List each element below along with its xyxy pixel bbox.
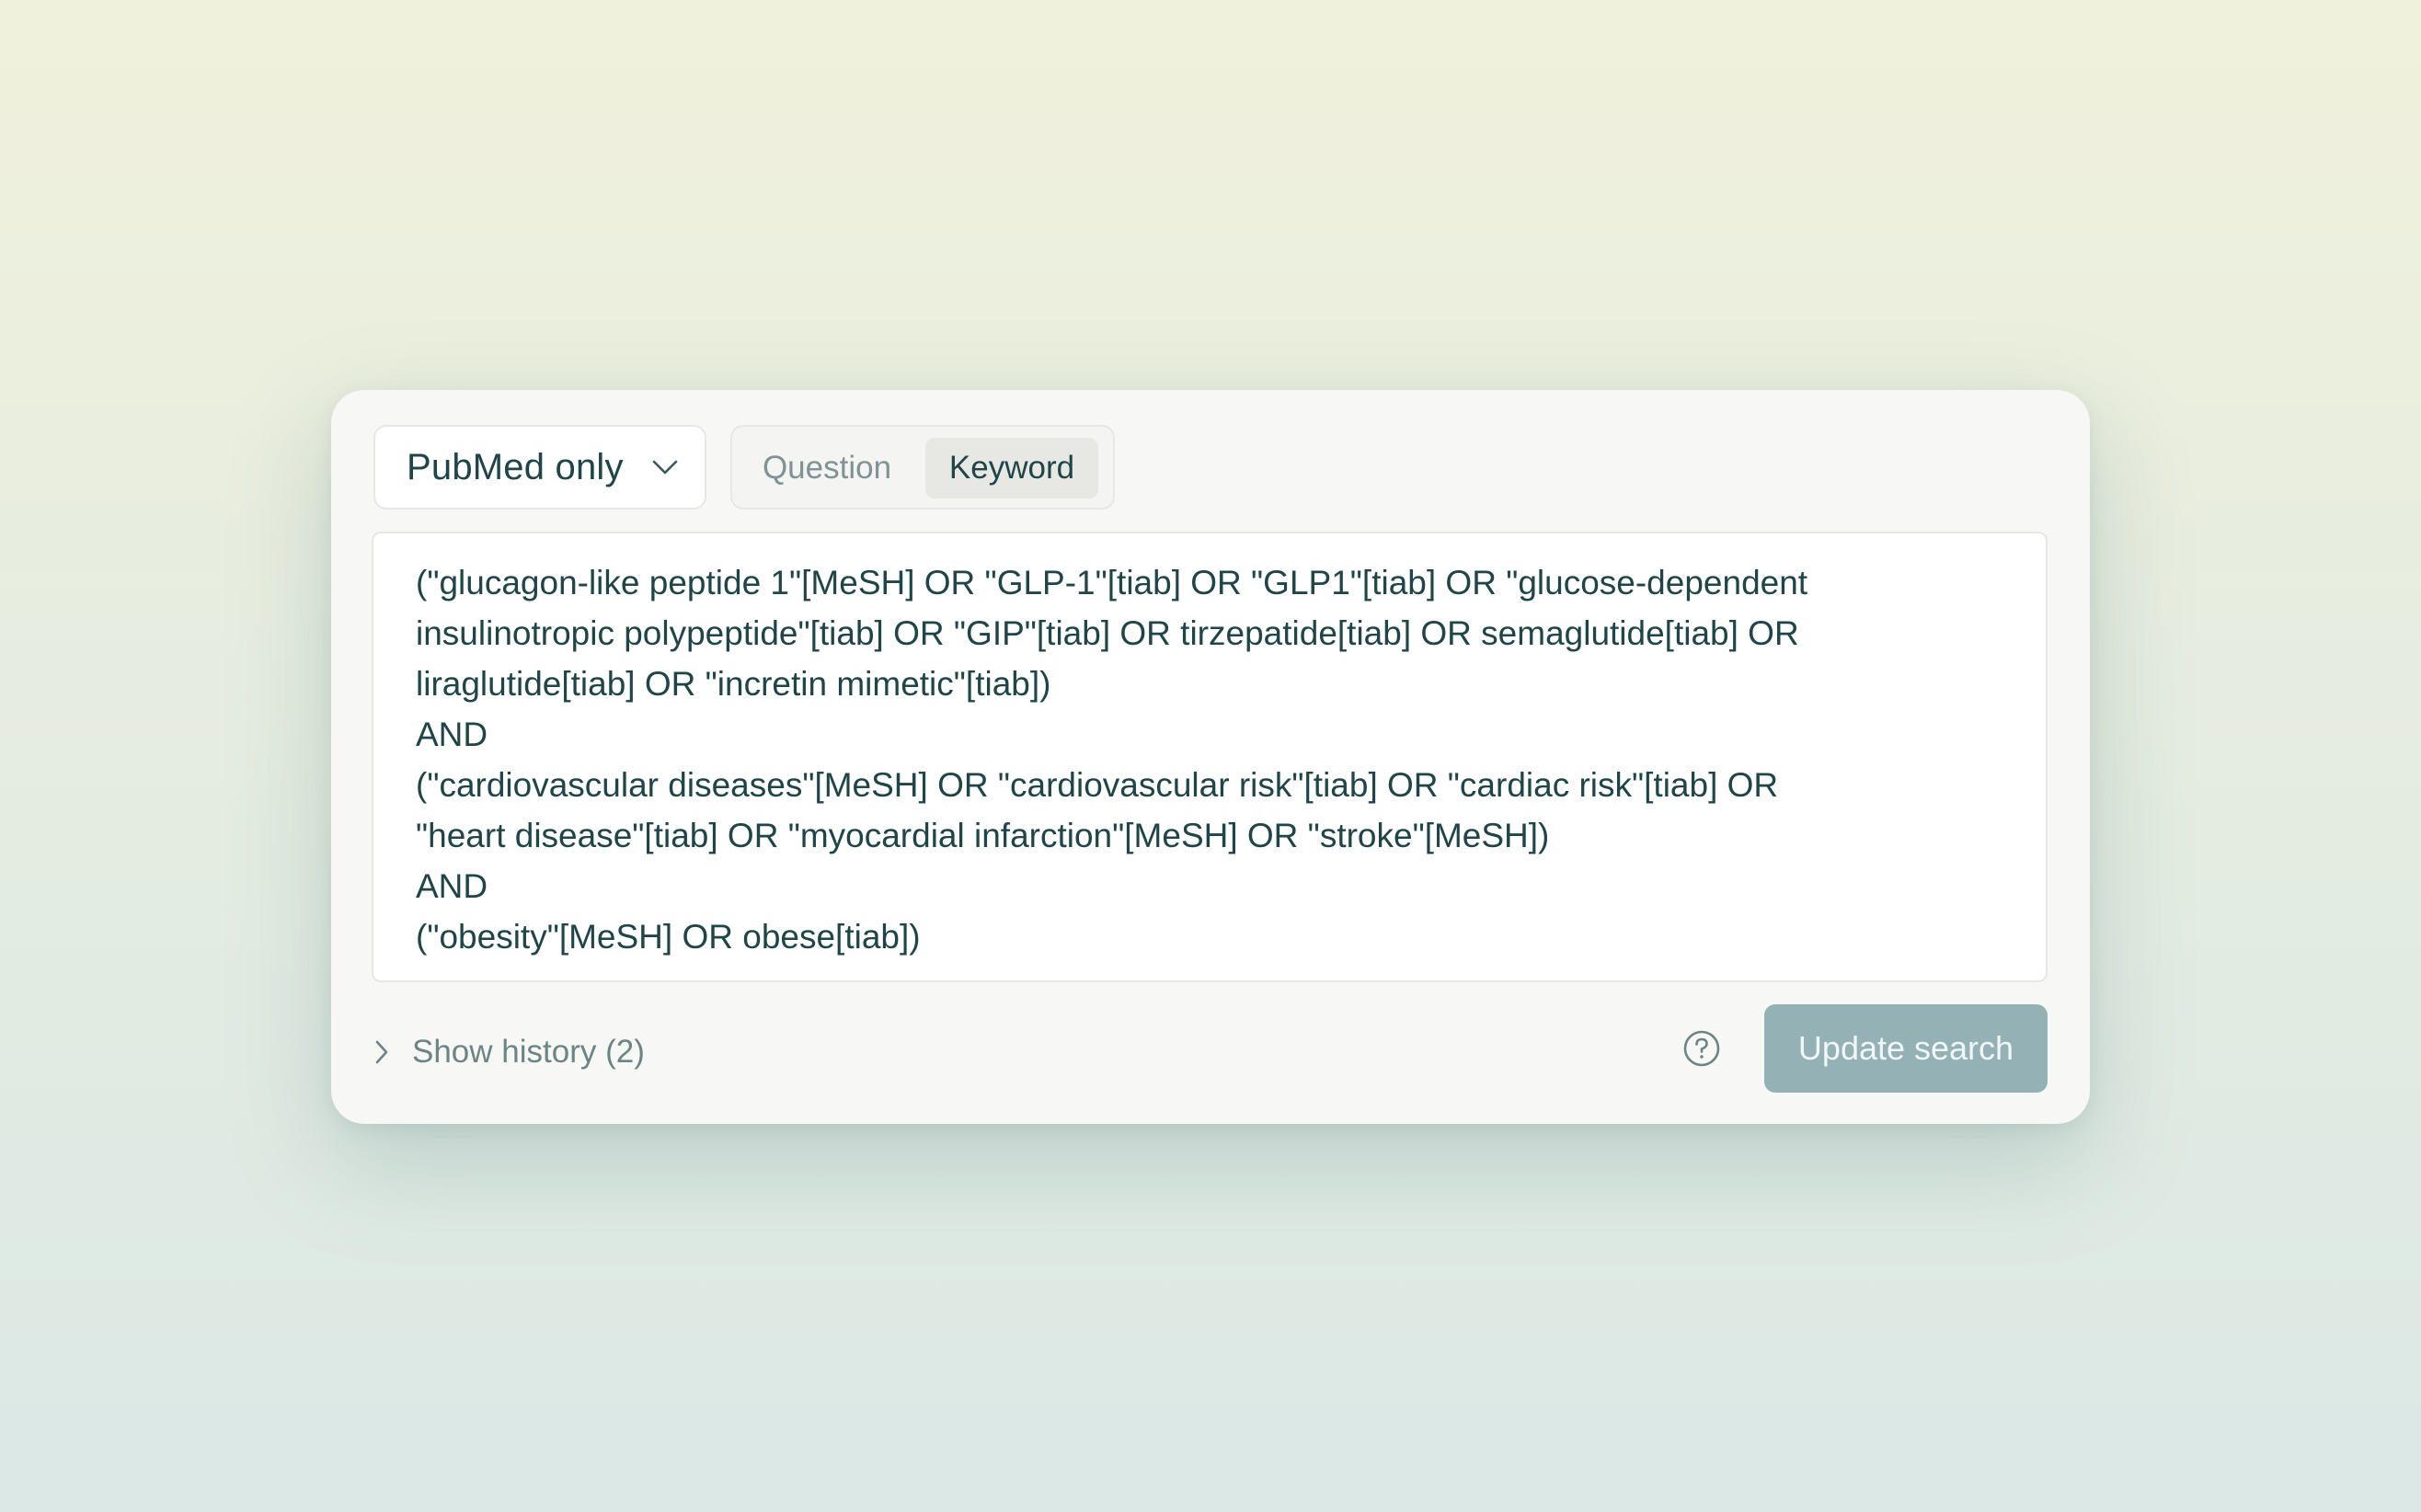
- search-mode-toggle: Question Keyword: [730, 425, 1115, 510]
- query-textarea[interactable]: ("glucagon-like peptide 1"[MeSH] OR "GLP…: [372, 532, 2048, 982]
- source-select-dropdown[interactable]: PubMed only: [373, 425, 706, 510]
- chevron-right-icon: [375, 1040, 388, 1064]
- show-history-toggle[interactable]: Show history (2): [373, 1026, 645, 1078]
- tab-question[interactable]: Question: [745, 438, 909, 498]
- chevron-down-icon: [652, 460, 678, 475]
- source-select-label: PubMed only: [407, 446, 624, 487]
- update-search-button[interactable]: Update search: [1764, 1004, 2048, 1093]
- tab-keyword[interactable]: Keyword: [925, 438, 1098, 498]
- show-history-label: Show history (2): [412, 1034, 645, 1070]
- question-circle-icon[interactable]: [1681, 1028, 1722, 1069]
- search-panel: PubMed only Question Keyword ("glucagon-…: [331, 390, 2090, 1124]
